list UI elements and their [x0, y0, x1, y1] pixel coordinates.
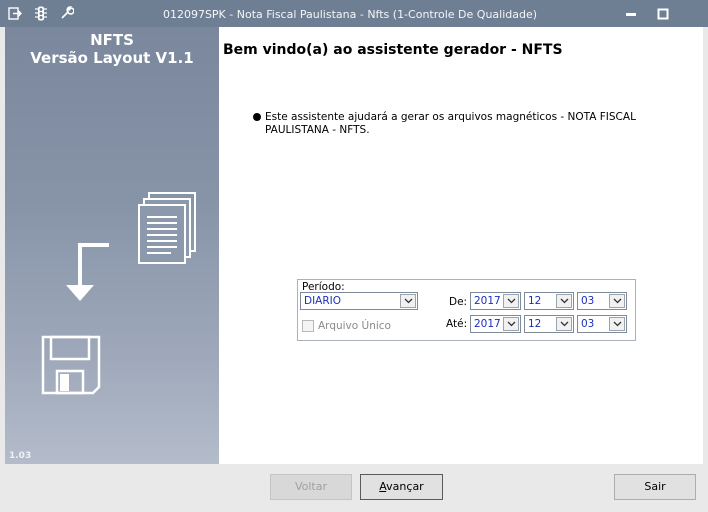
app-version: Versão Layout V1.1 — [30, 49, 194, 67]
from-year-value: 2017 — [474, 295, 501, 307]
from-day-select[interactable]: 03 — [577, 292, 627, 310]
traffic-light-icon[interactable] — [32, 5, 50, 21]
from-month-select[interactable]: 12 — [524, 292, 574, 310]
arrow-down-left-icon — [65, 241, 111, 306]
wrench-icon[interactable] — [58, 5, 76, 21]
window-title: 012097SPK - Nota Fiscal Paulistana - Nft… — [162, 8, 538, 21]
build-version: 1.03 — [9, 451, 32, 461]
wizard-content: Bem vindo(a) ao assistente gerador - NFT… — [219, 27, 703, 464]
to-day-value: 03 — [581, 318, 595, 330]
chevron-down-icon[interactable] — [609, 294, 625, 308]
chevron-down-icon[interactable] — [556, 294, 572, 308]
chevron-down-icon[interactable] — [400, 294, 416, 308]
minimize-icon[interactable] — [622, 6, 640, 22]
from-day-value: 03 — [581, 295, 595, 307]
next-button-label: vançar — [386, 480, 424, 493]
period-type-select[interactable]: DIARIO — [300, 292, 418, 310]
to-month-select[interactable]: 12 — [524, 315, 574, 333]
next-button[interactable]: Avançar — [360, 474, 443, 500]
app-name: NFTS — [90, 31, 134, 49]
documents-icon — [137, 191, 199, 270]
from-year-select[interactable]: 2017 — [470, 292, 521, 310]
exit-icon[interactable] — [6, 5, 24, 21]
chevron-down-icon[interactable] — [503, 317, 519, 331]
to-label: Até: — [446, 318, 468, 330]
window-border-right — [703, 27, 708, 512]
floppy-disk-icon — [41, 335, 101, 398]
maximize-icon[interactable] — [654, 6, 672, 22]
chevron-down-icon[interactable] — [556, 317, 572, 331]
to-month-value: 12 — [528, 318, 542, 330]
to-year-select[interactable]: 2017 — [470, 315, 521, 333]
title-bar: 012097SPK - Nota Fiscal Paulistana - Nft… — [0, 0, 708, 27]
single-file-checkbox[interactable] — [302, 320, 314, 332]
page-title: Bem vindo(a) ao assistente gerador - NFT… — [223, 42, 563, 58]
wizard-sidebar: NFTS Versão Layout V1.1 1.03 — [5, 27, 219, 464]
chevron-down-icon[interactable] — [503, 294, 519, 308]
back-button[interactable]: Voltar — [270, 474, 352, 500]
chevron-down-icon[interactable] — [609, 317, 625, 331]
wizard-button-bar: Voltar Avançar Sair — [219, 464, 703, 512]
exit-button[interactable]: Sair — [614, 474, 696, 500]
to-day-select[interactable]: 03 — [577, 315, 627, 333]
from-label: De: — [449, 296, 468, 308]
period-type-value: DIARIO — [304, 295, 342, 307]
single-file-label: Arquivo Único — [318, 320, 391, 332]
period-group: Período: DIARIO Arquivo Único De: 2017 1… — [297, 279, 636, 341]
from-month-value: 12 — [528, 295, 542, 307]
to-year-value: 2017 — [474, 318, 501, 330]
wizard-description: Este assistente ajudará a gerar os arqui… — [265, 111, 636, 136]
bullet-icon — [253, 113, 261, 121]
